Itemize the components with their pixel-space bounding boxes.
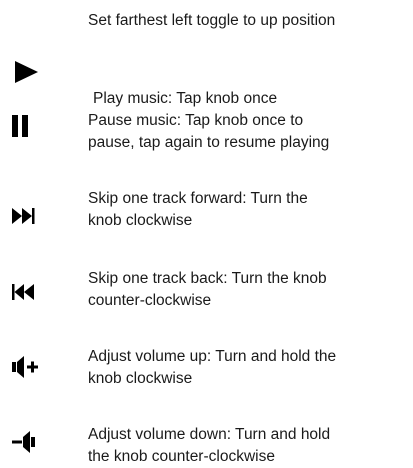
instruction-line: Skip one track forward: Turn the <box>88 190 308 207</box>
instruction-line: knob clockwise <box>88 370 193 387</box>
instruction-line: the knob counter-clockwise <box>88 448 275 465</box>
instruction-line: pause, tap again to resume playing <box>88 134 330 151</box>
instruction-line: Adjust volume up: Turn and hold the <box>88 348 337 365</box>
intro-line: Set farthest left toggle to up position <box>88 12 336 29</box>
instruction-skip-forward-text: Skip one track forward: Turn the knob cl… <box>88 188 410 232</box>
instruction-play-text: Play music: Tap knob once <box>93 88 413 110</box>
skip-forward-icon <box>8 202 44 230</box>
instruction-volume-up-text: Adjust volume up: Turn and hold the knob… <box>88 346 410 390</box>
play-icon <box>8 58 44 86</box>
instruction-line: Pause music: Tap knob once to <box>88 112 304 129</box>
pause-icon <box>8 112 44 140</box>
instruction-line: Skip one track back: Turn the knob <box>88 270 327 287</box>
skip-back-icon <box>8 278 44 306</box>
instruction-volume-down-text: Adjust volume down: Turn and hold the kn… <box>88 424 410 468</box>
instruction-sheet: { "intro": { "text": "Set farthest left … <box>0 0 413 468</box>
instruction-line: Adjust volume down: Turn and hold <box>88 426 331 443</box>
instruction-skip-back-text: Skip one track back: Turn the knob count… <box>88 268 410 312</box>
volume-down-icon <box>8 428 44 456</box>
volume-up-icon <box>8 353 44 381</box>
instruction-pause-text: Pause music: Tap knob once to pause, tap… <box>88 110 410 154</box>
instruction-line: Play music: Tap knob once <box>93 90 278 107</box>
instruction-line: counter-clockwise <box>88 292 212 309</box>
intro-text: Set farthest left toggle to up position <box>88 10 410 32</box>
instruction-line: knob clockwise <box>88 212 193 229</box>
